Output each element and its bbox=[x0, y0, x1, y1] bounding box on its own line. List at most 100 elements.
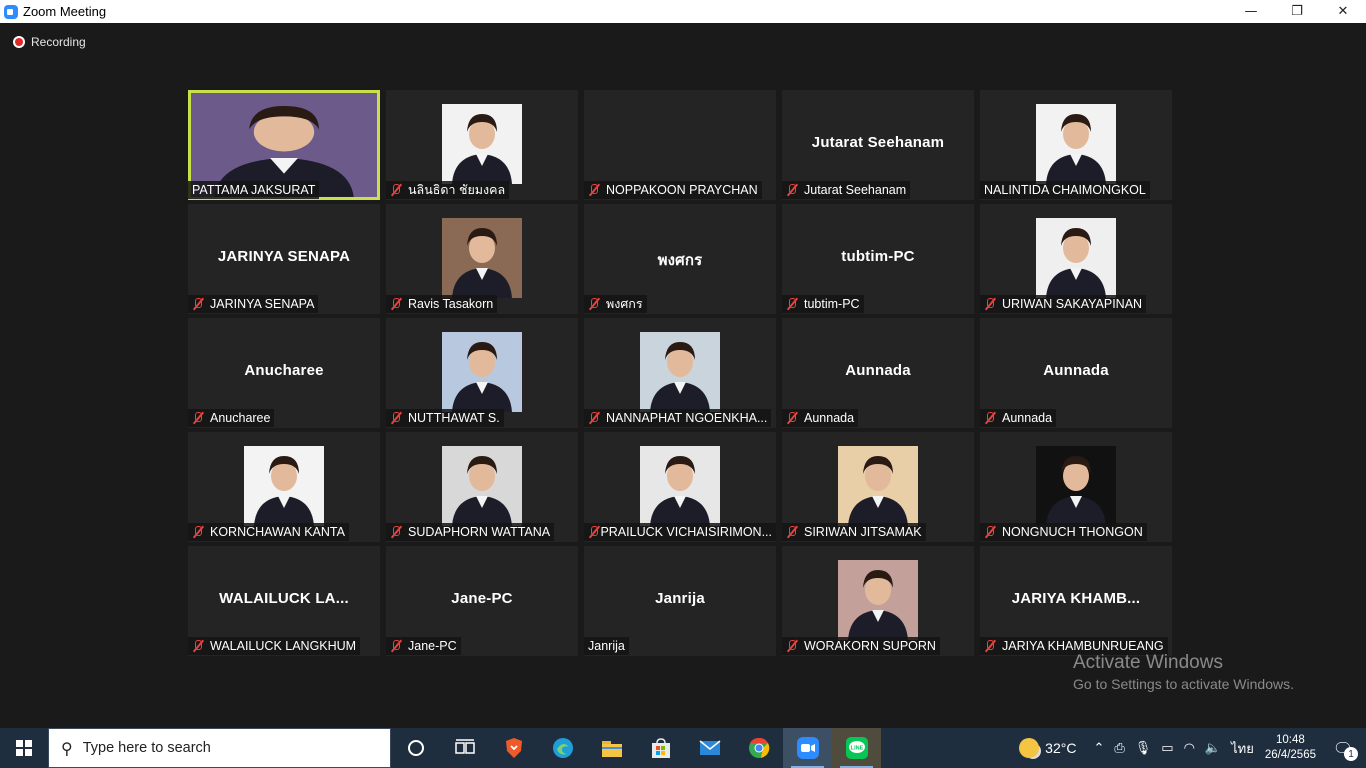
participant-tile[interactable]: SIRIWAN JITSAMAK bbox=[782, 432, 974, 542]
participant-tile[interactable]: Anucharee Anucharee bbox=[188, 318, 380, 428]
participant-display-name: Jane-PC bbox=[451, 590, 513, 607]
start-button[interactable] bbox=[0, 728, 48, 768]
svg-text:LINE: LINE bbox=[850, 746, 863, 752]
participant-tile[interactable]: NUTTHAWAT S. bbox=[386, 318, 578, 428]
participant-tile[interactable]: JARINYA SENAPA JARINYA SENAPA bbox=[188, 204, 380, 314]
muted-microphone-icon bbox=[984, 525, 996, 539]
speaker-muted-icon[interactable]: 🔈 bbox=[1205, 741, 1221, 756]
participant-name-bar: Anucharee bbox=[188, 409, 275, 427]
battery-icon[interactable]: ▭ bbox=[1161, 741, 1173, 756]
participant-name-bar: KORNCHAWAN KANTA bbox=[188, 523, 349, 541]
participant-display-name: JARIYA KHAMB... bbox=[1011, 590, 1141, 607]
task-view-button[interactable] bbox=[440, 728, 489, 768]
participant-tile[interactable]: Ravis Tasakorn bbox=[386, 204, 578, 314]
participant-display-name: JARINYA SENAPA bbox=[217, 248, 351, 265]
participant-name: PRAILUCK VICHAISIRIMON... bbox=[600, 525, 772, 539]
zoom-icon bbox=[796, 737, 819, 759]
gallery-view: PATTAMA JAKSURAT นลินธิดา ชัยมงคล NOPPAKOO… bbox=[188, 90, 1178, 656]
muted-microphone-icon bbox=[390, 297, 402, 311]
participant-name: WALAILUCK LANGKHUM bbox=[210, 639, 357, 653]
participant-name: Jane-PC bbox=[408, 639, 457, 653]
participant-video bbox=[244, 446, 324, 526]
participant-video bbox=[442, 218, 522, 298]
participant-name-bar: Aunnada bbox=[782, 409, 859, 427]
microphone-icon[interactable]: 🎙 bbox=[1135, 741, 1152, 756]
restore-button[interactable]: ❐ bbox=[1274, 0, 1320, 23]
muted-microphone-icon bbox=[192, 297, 204, 311]
participant-name-bar: Janrija bbox=[584, 637, 629, 655]
participant-name-bar: SUDAPHORN WATTANA bbox=[386, 523, 555, 541]
chrome-button[interactable] bbox=[734, 728, 783, 768]
participant-display-name: tubtim-PC bbox=[841, 248, 915, 265]
participant-name-bar: NALINTIDA CHAIMONGKOL bbox=[980, 181, 1150, 199]
muted-microphone-icon bbox=[192, 639, 204, 653]
participant-video bbox=[1036, 104, 1116, 184]
participant-tile[interactable]: WORAKORN SUPORN bbox=[782, 546, 974, 656]
participant-video bbox=[640, 446, 720, 526]
participant-name: PATTAMA JAKSURAT bbox=[192, 183, 316, 197]
title-bar: Zoom Meeting — ❐ ✕ bbox=[0, 0, 1366, 23]
participant-tile[interactable]: URIWAN SAKAYAPINAN bbox=[980, 204, 1172, 314]
participant-tile[interactable]: NALINTIDA CHAIMONGKOL bbox=[980, 90, 1172, 200]
muted-microphone-icon bbox=[588, 183, 600, 197]
input-language[interactable]: ไทย bbox=[1231, 738, 1254, 759]
zoom-button[interactable] bbox=[783, 728, 832, 768]
windows-logo-icon bbox=[16, 740, 32, 756]
clock[interactable]: 10:48 26/4/2565 bbox=[1265, 733, 1316, 763]
microsoft-store-button[interactable] bbox=[636, 728, 685, 768]
window-controls: — ❐ ✕ bbox=[1228, 0, 1366, 23]
participant-name-bar: WALAILUCK LANGKHUM bbox=[188, 637, 361, 655]
wifi-icon[interactable]: ◠ bbox=[1184, 741, 1195, 756]
participant-tile[interactable]: PATTAMA JAKSURAT bbox=[188, 90, 380, 200]
line-button[interactable]: LINE bbox=[832, 728, 881, 768]
muted-microphone-icon bbox=[390, 411, 402, 425]
participant-tile[interactable]: NONGNUCH THONGON bbox=[980, 432, 1172, 542]
participant-tile[interactable]: JARIYA KHAMB... JARIYA KHAMBUNRUEANG bbox=[980, 546, 1172, 656]
participant-display-name: Anucharee bbox=[244, 362, 324, 379]
clock-time: 10:48 bbox=[1276, 734, 1305, 746]
participant-name: Janrija bbox=[588, 639, 625, 653]
participant-name: NOPPAKOON PRAYCHAN bbox=[606, 183, 758, 197]
participant-tile[interactable]: Aunnada Aunnada bbox=[782, 318, 974, 428]
person-silhouette-icon bbox=[254, 456, 314, 526]
person-silhouette-icon bbox=[650, 342, 710, 412]
notification-center-button[interactable]: 🗨 1 bbox=[1330, 735, 1358, 761]
cortana-button[interactable] bbox=[391, 728, 440, 768]
participant-tile[interactable]: SUDAPHORN WATTANA bbox=[386, 432, 578, 542]
edge-button[interactable] bbox=[538, 728, 587, 768]
participant-tile[interactable]: NANNAPHAT NGOENKHA... bbox=[584, 318, 776, 428]
participant-tile[interactable]: PRAILUCK VICHAISIRIMON... bbox=[584, 432, 776, 542]
taskbar-search[interactable]: ⚲ Type here to search bbox=[48, 728, 391, 768]
participant-video bbox=[1036, 446, 1116, 526]
participant-tile[interactable]: NOPPAKOON PRAYCHAN bbox=[584, 90, 776, 200]
participant-name-bar: พงศกร bbox=[584, 295, 647, 313]
muted-microphone-icon bbox=[786, 297, 798, 311]
participant-tile[interactable]: WALAILUCK LA... WALAILUCK LANGKHUM bbox=[188, 546, 380, 656]
participant-tile[interactable]: พงศกร พงศกร bbox=[584, 204, 776, 314]
person-silhouette-icon bbox=[1046, 114, 1106, 184]
brave-button[interactable] bbox=[489, 728, 538, 768]
file-explorer-button[interactable] bbox=[587, 728, 636, 768]
recording-indicator[interactable]: Recording bbox=[13, 35, 86, 49]
system-tray: 32°C ⌃ ⎙ 🎙 ▭ ◠ 🔈 ไทย 10:48 26/4/2565 🗨 1 bbox=[1019, 728, 1366, 768]
muted-microphone-icon bbox=[984, 639, 996, 653]
taskbar: ⚲ Type here to search LINE 32°C ⌃ ⎙ 🎙 ▭ bbox=[0, 728, 1366, 768]
muted-microphone-icon bbox=[786, 525, 798, 539]
participant-tile[interactable]: นลินธิดา ชัยมงคล bbox=[386, 90, 578, 200]
participant-tile[interactable]: Jane-PC Jane-PC bbox=[386, 546, 578, 656]
meet-now-icon[interactable]: ⎙ bbox=[1114, 741, 1124, 756]
show-hidden-icons-chevron-icon[interactable]: ⌃ bbox=[1093, 741, 1104, 756]
participant-tile[interactable]: Janrija Janrija bbox=[584, 546, 776, 656]
participant-name: พงศกร bbox=[606, 297, 643, 311]
participant-tile[interactable]: KORNCHAWAN KANTA bbox=[188, 432, 380, 542]
close-button[interactable]: ✕ bbox=[1320, 0, 1366, 23]
weather-widget[interactable]: 32°C bbox=[1019, 738, 1076, 758]
minimize-button[interactable]: — bbox=[1228, 0, 1274, 23]
participant-video bbox=[838, 560, 918, 640]
participant-display-name: Aunnada bbox=[845, 362, 911, 379]
mail-button[interactable] bbox=[685, 728, 734, 768]
participant-tile[interactable]: Aunnada Aunnada bbox=[980, 318, 1172, 428]
person-silhouette-icon bbox=[452, 342, 512, 412]
participant-tile[interactable]: tubtim-PC tubtim-PC bbox=[782, 204, 974, 314]
participant-tile[interactable]: Jutarat Seehanam Jutarat Seehanam bbox=[782, 90, 974, 200]
